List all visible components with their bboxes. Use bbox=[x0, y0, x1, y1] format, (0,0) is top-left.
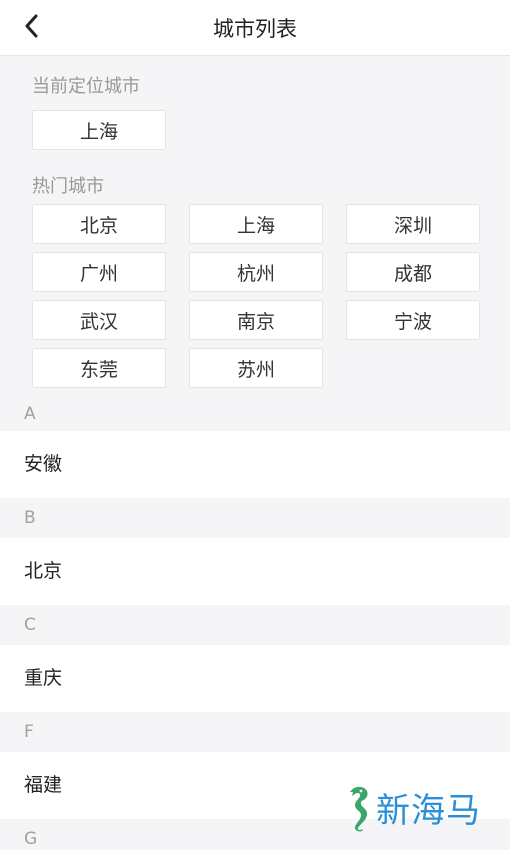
index-letter: G bbox=[0, 819, 510, 850]
index-letter: A bbox=[0, 398, 510, 431]
hot-city-button[interactable]: 宁波 bbox=[346, 300, 480, 340]
index-letter: C bbox=[0, 605, 510, 645]
hot-city-button[interactable]: 东莞 bbox=[32, 348, 166, 388]
hot-city-button[interactable]: 南京 bbox=[189, 300, 323, 340]
list-item[interactable]: 北京 bbox=[0, 538, 510, 605]
hot-cities-grid: 北京 上海 深圳 广州 杭州 成都 武汉 南京 宁波 东莞 苏州 bbox=[0, 204, 510, 388]
hot-city-button[interactable]: 成都 bbox=[346, 252, 480, 292]
page-title: 城市列表 bbox=[213, 16, 297, 41]
header: 城市列表 bbox=[0, 0, 510, 56]
hot-city-button[interactable]: 上海 bbox=[189, 204, 323, 244]
index-group: C 重庆 bbox=[0, 605, 510, 712]
hot-cities-label: 热门城市 bbox=[32, 176, 104, 197]
index-letter: B bbox=[0, 498, 510, 538]
chevron-left-icon bbox=[25, 14, 38, 38]
list-item[interactable]: 安徽 bbox=[0, 431, 510, 498]
current-location-label: 当前定位城市 bbox=[32, 76, 140, 97]
list-item[interactable]: 福建 bbox=[0, 752, 510, 819]
hot-city-button[interactable]: 苏州 bbox=[189, 348, 323, 388]
index-group: B 北京 bbox=[0, 498, 510, 605]
current-location-row: 上海 bbox=[0, 110, 510, 154]
list-item[interactable]: 重庆 bbox=[0, 645, 510, 712]
hot-city-button[interactable]: 广州 bbox=[32, 252, 166, 292]
index-group: F 福建 bbox=[0, 712, 510, 819]
city-list-page: 城市列表 当前定位城市 上海 热门城市 北京 上海 深圳 广州 杭州 成都 武汉… bbox=[0, 0, 510, 850]
hot-city-button[interactable]: 北京 bbox=[32, 204, 166, 244]
hot-city-button[interactable]: 深圳 bbox=[346, 204, 480, 244]
current-city-button[interactable]: 上海 bbox=[32, 110, 166, 150]
index-letter: F bbox=[0, 712, 510, 752]
index-group: G bbox=[0, 819, 510, 850]
hot-city-button[interactable]: 武汉 bbox=[32, 300, 166, 340]
index-group: A 安徽 bbox=[0, 398, 510, 498]
hot-city-button[interactable]: 杭州 bbox=[189, 252, 323, 292]
back-button[interactable] bbox=[18, 12, 46, 40]
city-index-list: A 安徽 B 北京 C 重庆 F 福建 G bbox=[0, 398, 510, 850]
